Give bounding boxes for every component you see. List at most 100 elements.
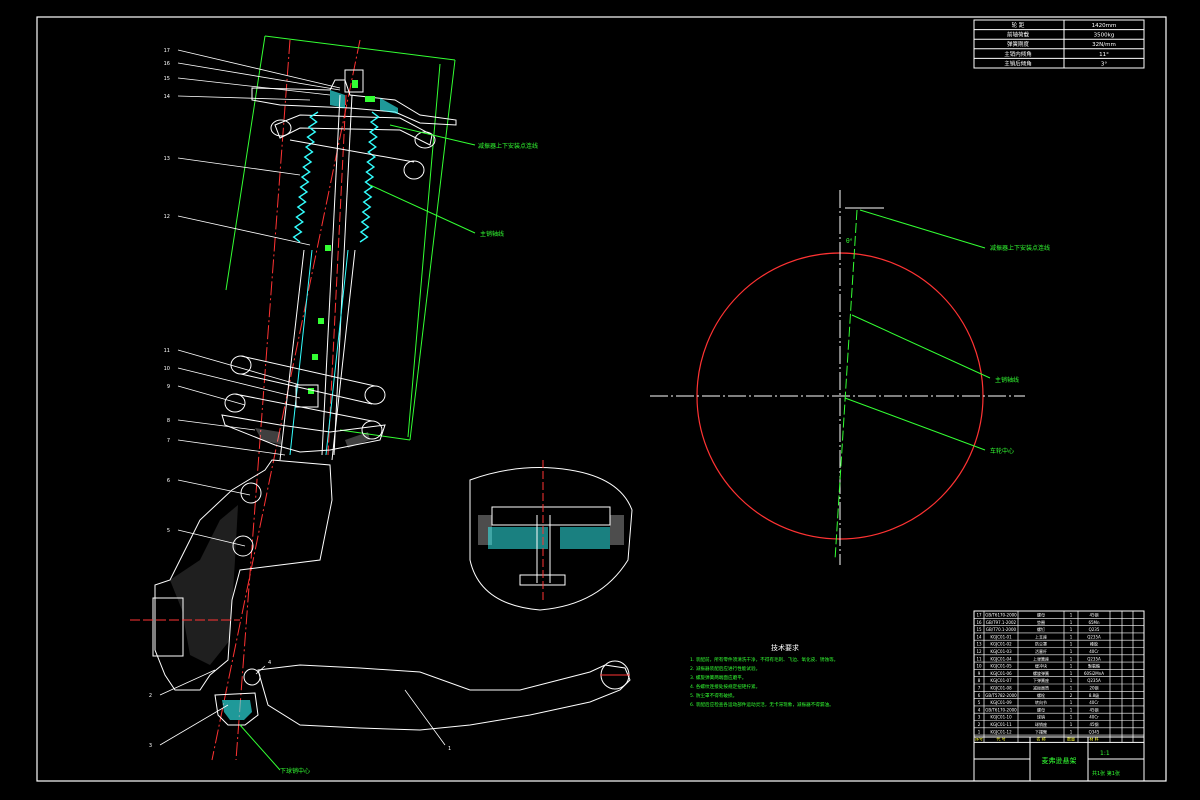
bom-cell: 1 [1070, 715, 1073, 720]
bom-cell: 1 [1070, 656, 1073, 661]
bom-cell: 螺母 [1037, 612, 1045, 618]
detail-view [469, 460, 633, 611]
part-number-4: 4 [268, 660, 271, 666]
bom-cell: 上支座 [1035, 633, 1047, 639]
spec-table: 轮 距 1420mm 前轴荷载 3500kg 弹簧刚度 32N/mm 主销内倾角 11° 主销后… [973, 19, 1145, 69]
bom-cell: 10 [976, 664, 982, 669]
rod-marker-2 [318, 318, 324, 324]
part-number-10: 10 [164, 366, 170, 372]
tech-req-line: 3. 螺旋弹簧两端面应磨平。 [690, 674, 746, 681]
leader-line-8 [177, 419, 256, 431]
knuckle-hatch [170, 505, 238, 665]
bom-cell: Q235A [1087, 634, 1101, 639]
bom-cell: 1 [1070, 686, 1073, 691]
bom-cell: GB/T70.1-2000 [986, 627, 1017, 632]
drawing-scale: 1:1 [1100, 750, 1110, 757]
bom-cell: 螺母 [1037, 706, 1045, 712]
tech-requirements: 技术要求 1. 装配前，所有零件须清洗干净，不得有毛刺、飞边、氧化皮、锈蚀等。 2.… [690, 643, 838, 708]
part-number-9: 9 [167, 384, 170, 390]
bom-cell: 40Cr [1089, 700, 1099, 705]
bom-cell: 2 [1070, 693, 1073, 698]
spec-value: 32N/mm [1092, 42, 1116, 48]
bom-cell: 40Cr [1089, 649, 1099, 654]
spring-coil-right-2 [364, 385, 386, 405]
label-upper-angle: θ° [846, 238, 853, 245]
detail-plate [491, 506, 611, 526]
bom-cell: 螺旋弹簧 [1033, 670, 1049, 676]
bom-cell: 减振器筒 [1033, 685, 1049, 691]
tech-req-title: 技术要求 [771, 643, 799, 652]
bom-cell: 1 [1070, 634, 1073, 639]
label-strut-axis: 减振器上下安装点连线 [478, 142, 538, 150]
bom-cell: 11 [976, 656, 982, 661]
drawing-name: 麦弗逊悬架 [1042, 756, 1077, 765]
strut-tube-right [331, 249, 356, 461]
spec-value: 3° [1101, 61, 1107, 67]
bom-cell: KGJC01-08 [990, 686, 1012, 691]
part-number-16: 16 [164, 61, 170, 67]
label-wheel-strut-axis: 减振器上下安装点连线 [990, 244, 1050, 252]
upper-spring-seat [274, 114, 433, 146]
lower-seat-hatch [255, 428, 370, 448]
bom-cell: 17 [976, 613, 982, 618]
bom-cell: 7 [978, 686, 981, 691]
bom-cell: 1 [1070, 671, 1073, 676]
bom-cell: KGJC01-10 [990, 715, 1012, 720]
bom-cell: 1 [1070, 642, 1073, 647]
strut-tube-inner-left [289, 249, 313, 456]
knuckle-bolt-lower [232, 535, 254, 557]
bom-cell: 13 [976, 642, 982, 647]
wheel-kingpin-axis [834, 209, 858, 561]
bom-cell: 1 [1070, 700, 1073, 705]
tech-req-line: 6. 装配后应检查各运动部件运动灵活，无卡滞现象，减振器不得漏油。 [690, 701, 834, 708]
spec-value: 3500kg [1094, 33, 1115, 39]
leader-line-16 [177, 62, 341, 91]
bom-cell: 活塞杆 [1035, 648, 1047, 654]
bom-cell: 转向节 [1035, 699, 1047, 705]
bom-cell: GB/T5782-2000 [985, 693, 1017, 698]
bom-cell: 1 [1070, 707, 1073, 712]
wheel-kingpin-leader [851, 314, 991, 379]
cad-drawing-canvas: 轮 距 1420mm 前轴荷载 3500kg 弹簧刚度 32N/mm 主销内倾角 11° 主销后… [36, 16, 1167, 782]
bom-cell: 8 [978, 678, 981, 683]
bump-stop [295, 384, 319, 408]
wheel-angle-leader [859, 209, 986, 249]
part-number-1: 1 [448, 746, 451, 752]
label-kingpin-axis: 主销轴线 [480, 230, 504, 238]
bom-cell: Q235A [1087, 656, 1101, 661]
spring-wire-2 [240, 355, 376, 387]
dust-boot-right [359, 111, 380, 243]
bom-cell: KGJC01-07 [990, 678, 1012, 683]
spec-value: 11° [1099, 52, 1109, 58]
detail-seat-right [560, 527, 610, 549]
bom-cell: GB/T6170-2000 [985, 613, 1017, 618]
bom-cell: 1 [1070, 620, 1073, 625]
ball-joint-nut [243, 668, 261, 686]
spec-label: 弹簧刚度 [1007, 40, 1030, 48]
bom-table: 17 GB/T6170-2000 螺母 1 45钢16 GB/T97.1-2002 垫圈 1 6… [973, 610, 1145, 743]
bom-cell: 橡胶 [1090, 641, 1098, 647]
bom-cell: Q235 [1089, 627, 1100, 632]
bom-cell: 3 [978, 715, 981, 720]
bom-cell: 球销座 [1035, 721, 1047, 727]
label-wheel-center: 车轮中心 [990, 447, 1014, 455]
bom-cell: KGJC01-11 [990, 722, 1012, 727]
top-mount-green [365, 96, 375, 102]
lower-control-arm [257, 664, 631, 731]
bom-cell: 15 [976, 627, 982, 632]
part-number-2: 2 [149, 693, 152, 699]
detail-hatch-right [610, 515, 624, 545]
bom-cell: 65Mn [1088, 620, 1100, 625]
spec-label: 轮 距 [1012, 21, 1025, 29]
detail-seat [488, 527, 548, 549]
bom-cell: 12 [976, 649, 982, 654]
leader-line-11 [177, 349, 301, 386]
leader-line-9 [177, 385, 246, 406]
bom-cell: KGJC01-02 [990, 642, 1012, 647]
wheel-diagram [650, 190, 1025, 565]
part-number-17: 17 [164, 48, 170, 54]
bom-cell: 6 [978, 693, 981, 698]
bom-cell: 防尘罩 [1035, 641, 1047, 647]
dim-line-top [264, 35, 456, 61]
ball-joint-seat [222, 700, 252, 720]
